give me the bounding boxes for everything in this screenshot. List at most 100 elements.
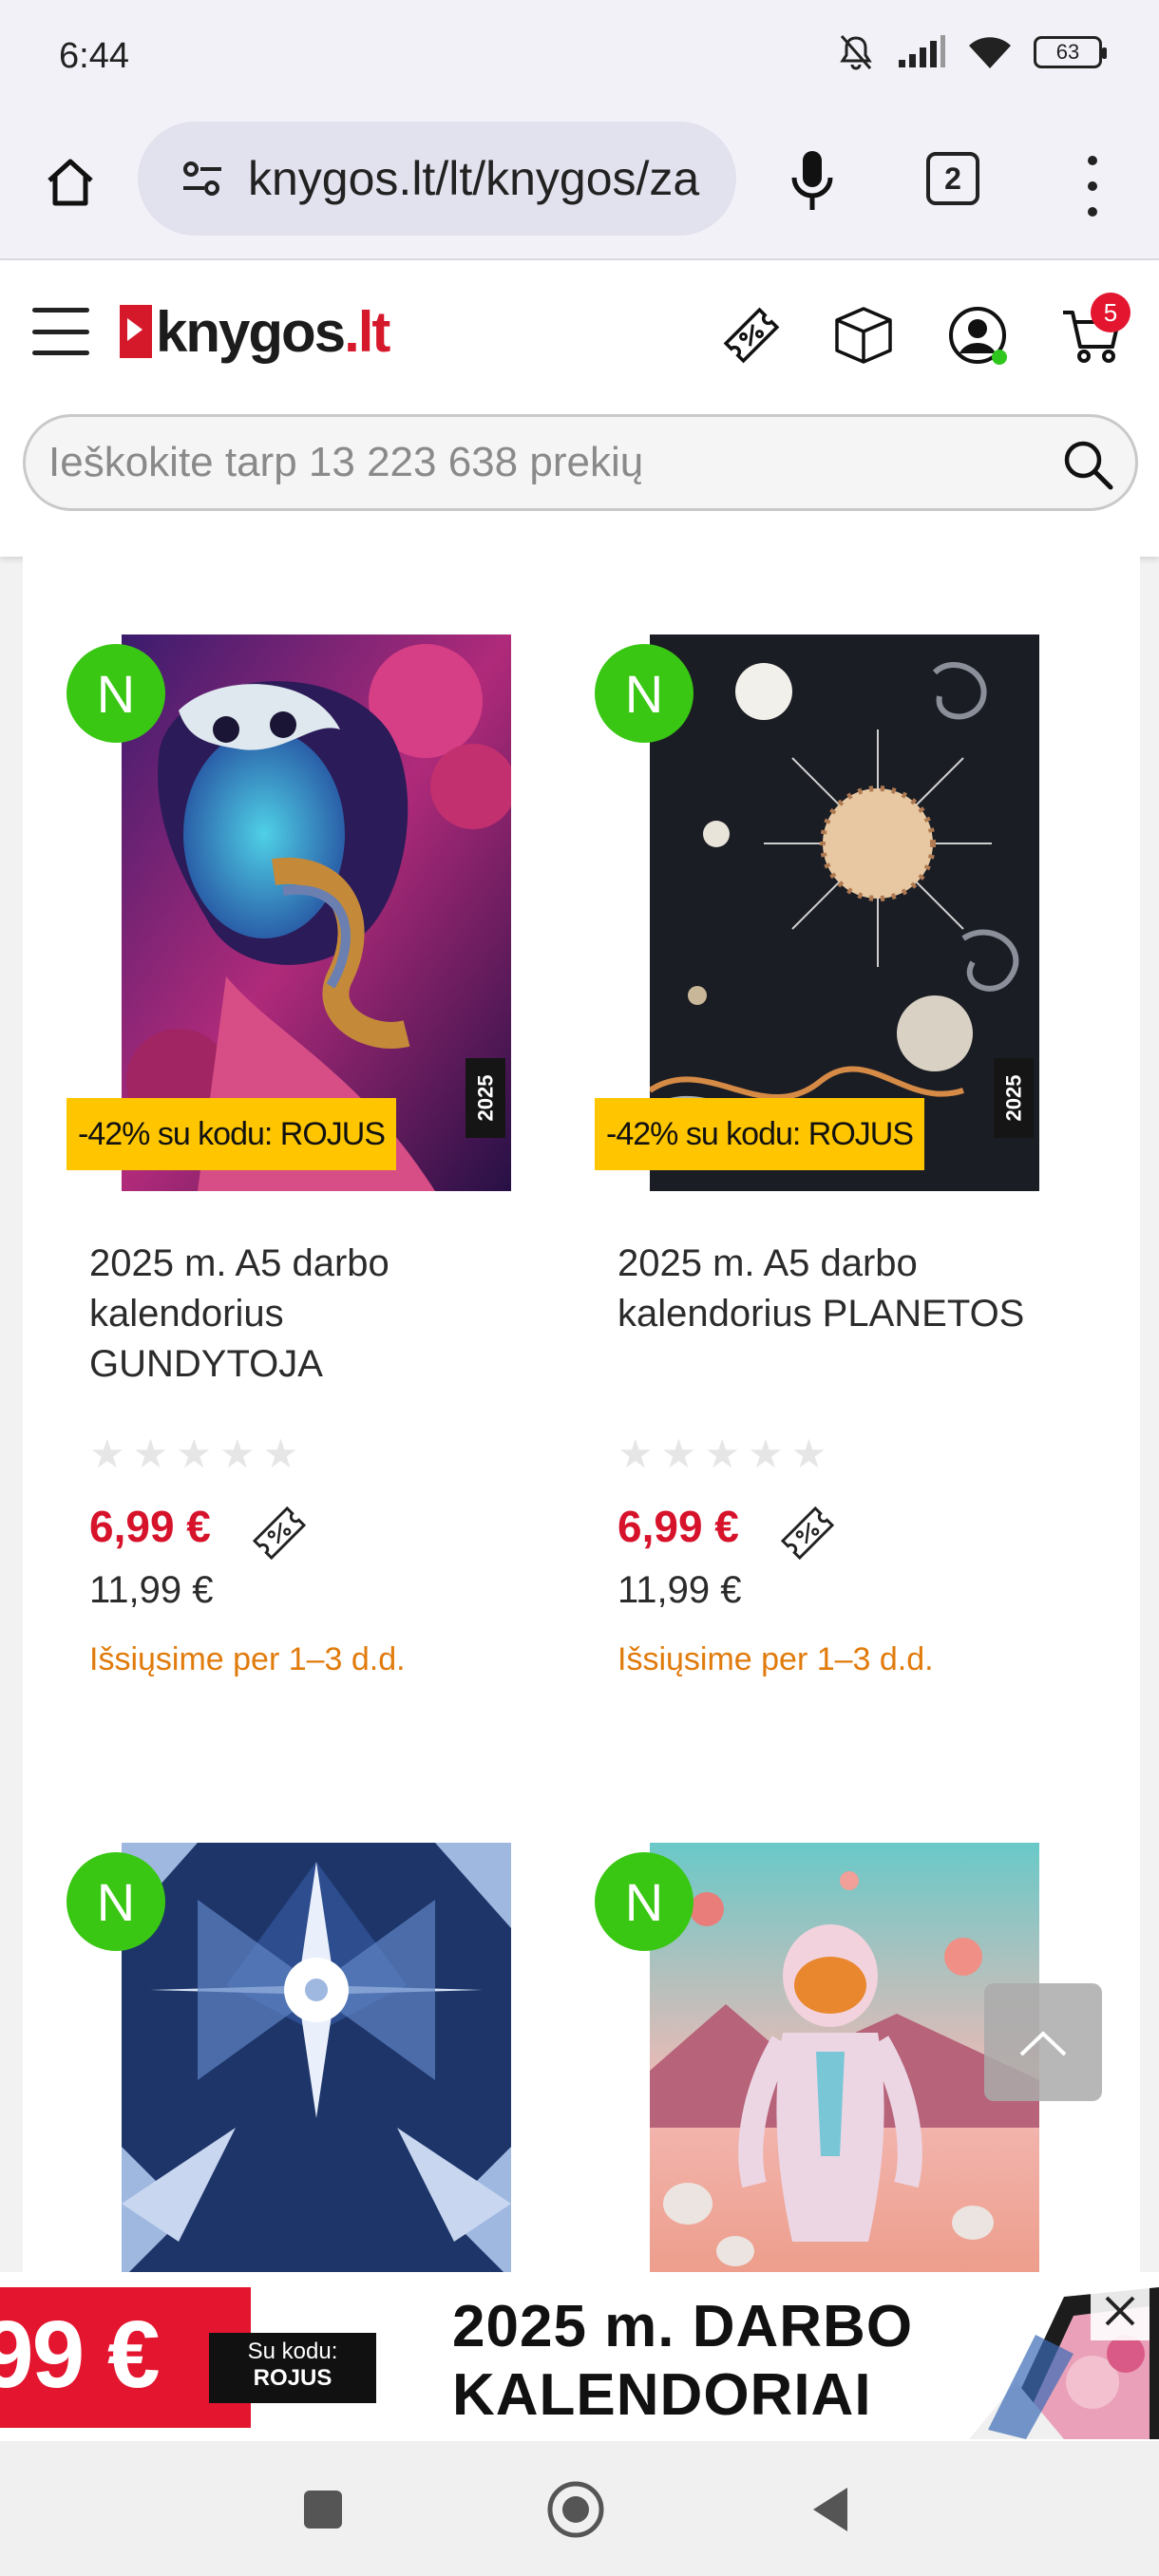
banner-headline-line2: KALENDORIAI <box>452 2362 872 2428</box>
product-card[interactable]: N 2025 -42% su kodu: ROJUS 2025 m. A5 da… <box>551 557 1045 1763</box>
rating-stars: ★ ★ ★ ★ ★ <box>89 1430 298 1477</box>
site-header: knygos.lt 5 <box>0 260 1159 557</box>
hamburger-line <box>32 350 89 355</box>
year-tag: 2025 <box>466 1058 505 1138</box>
price-discounted: 6,99 € <box>618 1502 739 1551</box>
logo-domain: .lt <box>344 299 390 364</box>
logo-word: knygos <box>156 299 346 364</box>
discounts-button[interactable] <box>718 302 785 369</box>
shipping-info: Išsiųsime per 1–3 d.d. <box>89 1641 406 1677</box>
promo-code-tag: -42% su kodu: ROJUS <box>66 1098 397 1170</box>
system-nav-bar <box>0 2441 1159 2576</box>
circle-home-icon <box>547 2481 604 2538</box>
banner-close-button[interactable] <box>1091 2282 1150 2340</box>
banner-code-box: Su kodu: ROJUS <box>209 2333 376 2403</box>
url-text: knygos.lt/lt/knygos/za <box>248 152 700 205</box>
product-title[interactable]: 2025 m. A5 darbo kalendorius GUNDYTOJA <box>89 1239 526 1390</box>
site-logo[interactable]: knygos.lt <box>120 298 390 365</box>
mute-bell-icon <box>840 35 872 70</box>
logo-text: knygos.lt <box>156 299 390 365</box>
product-card[interactable]: N <box>23 1765 517 2272</box>
browser-toolbar: knygos.lt/lt/knygos/za 2 <box>0 114 1159 260</box>
product-grid: N 2025 -42% su kodu: ROJUS 2025 m. A5 da… <box>23 557 1140 2272</box>
orders-button[interactable] <box>830 302 897 369</box>
wifi-icon <box>969 37 1011 68</box>
promo-banner[interactable]: 99 € Su kodu: ROJUS 2025 m. DARBO KALEND… <box>0 2272 1159 2441</box>
recent-apps-button[interactable] <box>293 2479 353 2540</box>
year-tag: 2025 <box>994 1058 1034 1138</box>
star-icon: ★ <box>89 1431 125 1476</box>
product-card[interactable]: N 2025 -42% su kodu: ROJUS 2025 m. A5 da… <box>23 557 517 1763</box>
home-button[interactable] <box>36 148 104 217</box>
hamburger-line <box>32 308 89 313</box>
star-icon: ★ <box>660 1431 697 1476</box>
chevron-up-icon <box>1019 2031 1067 2056</box>
star-icon: ★ <box>618 1431 654 1476</box>
discount-coupon-icon <box>252 1506 307 1561</box>
new-badge: N <box>595 644 694 743</box>
search-icon <box>1064 441 1113 490</box>
account-button[interactable] <box>944 302 1011 369</box>
microphone-icon <box>791 151 833 210</box>
product-title[interactable]: 2025 m. A5 darbo kalendorius PLANETOS <box>618 1239 1054 1339</box>
star-icon: ★ <box>262 1431 299 1476</box>
hamburger-line <box>32 329 89 334</box>
price-regular: 11,99 € <box>618 1569 742 1611</box>
cart-count-badge: 5 <box>1091 293 1130 332</box>
banner-price: 99 € <box>0 2301 161 2408</box>
back-nav-button[interactable] <box>800 2479 861 2540</box>
new-badge: N <box>66 644 165 743</box>
signal-icon <box>899 35 945 67</box>
rating-stars: ★ ★ ★ ★ ★ <box>618 1430 826 1477</box>
year-tag-text: 2025 <box>473 1074 498 1122</box>
cover-art-geometric-flower <box>122 1843 511 2272</box>
cover-art-astronaut <box>650 1843 1039 2272</box>
search-bar <box>23 414 1138 511</box>
year-tag-text: 2025 <box>1001 1074 1026 1122</box>
voice-search-button[interactable] <box>779 142 846 218</box>
banner-headline: 2025 m. DARBO KALENDORIAI <box>452 2293 913 2430</box>
battery-icon: 63 <box>1034 36 1107 68</box>
triangle-back-icon <box>813 2488 847 2531</box>
banner-code-label: Su kodu: <box>247 2339 338 2364</box>
product-cover-image[interactable] <box>650 1843 1039 2272</box>
banner-code-value: ROJUS <box>253 2365 332 2391</box>
shipping-info: Išsiųsime per 1–3 d.d. <box>618 1641 934 1677</box>
home-nav-button[interactable] <box>545 2479 606 2540</box>
user-profile-icon <box>949 307 1007 365</box>
tab-switcher-button[interactable]: 2 <box>926 152 979 205</box>
site-settings-icon <box>183 161 221 196</box>
banner-headline-line1: 2025 m. DARBO <box>452 2294 914 2359</box>
star-icon: ★ <box>747 1431 784 1476</box>
browser-menu-button[interactable] <box>1074 148 1112 224</box>
close-icon <box>1105 2296 1135 2326</box>
promo-code-tag: -42% su kodu: ROJUS <box>595 1098 925 1170</box>
new-badge: N <box>595 1852 694 1951</box>
search-button[interactable] <box>1061 438 1114 491</box>
scroll-to-top-button[interactable] <box>984 1983 1102 2101</box>
status-icons: 63 <box>836 32 1107 72</box>
star-icon: ★ <box>704 1431 740 1476</box>
cart-button[interactable]: 5 <box>1058 293 1130 369</box>
menu-dot-icon <box>1088 156 1097 166</box>
star-icon: ★ <box>132 1431 169 1476</box>
star-icon: ★ <box>218 1431 256 1476</box>
logo-mark-icon <box>120 305 152 358</box>
address-bar[interactable]: knygos.lt/lt/knygos/za <box>138 122 736 236</box>
hamburger-menu-button[interactable] <box>32 308 89 355</box>
star-icon: ★ <box>176 1431 212 1476</box>
product-cover-image[interactable] <box>122 1843 511 2272</box>
price-discounted: 6,99 € <box>89 1502 211 1551</box>
square-recents-icon <box>304 2491 342 2529</box>
status-bar: 6:44 63 <box>0 0 1159 114</box>
status-time: 6:44 <box>59 36 129 76</box>
search-input[interactable] <box>48 439 1036 486</box>
discount-coupon-icon <box>780 1506 835 1561</box>
product-card[interactable]: N <box>551 1765 1045 2272</box>
star-icon: ★ <box>790 1431 827 1476</box>
home-icon <box>48 159 93 206</box>
discount-coupon-icon <box>723 307 780 364</box>
price-regular: 11,99 € <box>89 1569 214 1611</box>
package-box-icon <box>835 307 892 364</box>
menu-dot-icon <box>1088 180 1097 191</box>
